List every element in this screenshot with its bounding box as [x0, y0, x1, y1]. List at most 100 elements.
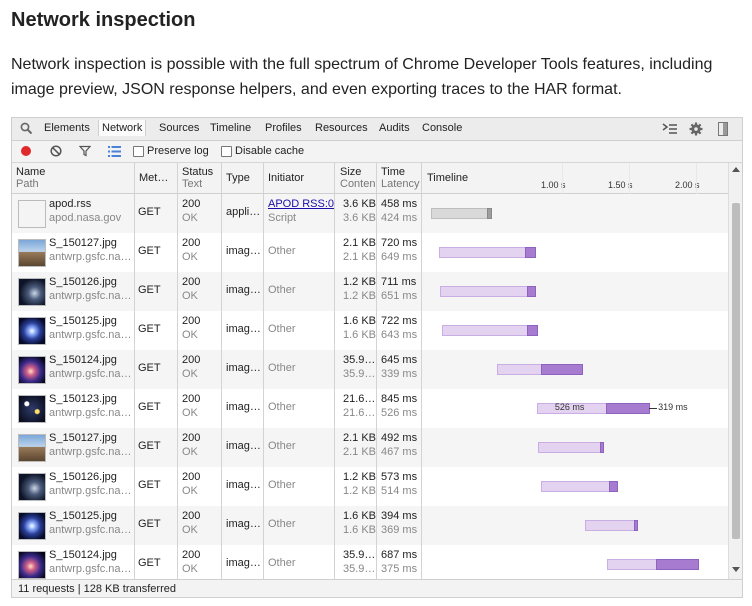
waiting-bar[interactable]: [496, 364, 543, 375]
column-header-time[interactable]: Time: [381, 166, 405, 178]
gear-icon[interactable]: [689, 122, 703, 139]
table-row[interactable]: S_150123.jpg antwrp.gsfc.na… GET 200 OK imag……: [12, 389, 728, 429]
column-header-timeline[interactable]: Timeline: [427, 172, 468, 184]
search-icon[interactable]: [20, 122, 33, 138]
tab-resources[interactable]: Resources: [315, 122, 368, 134]
request-method: GET: [138, 284, 161, 296]
transfer-size: 1.6 KB: [343, 510, 377, 522]
waiting-bar[interactable]: [540, 481, 610, 492]
waiting-bar[interactable]: [538, 442, 601, 453]
receiving-bar[interactable]: [526, 325, 539, 336]
column-header-status[interactable]: Status: [182, 166, 213, 178]
grid-scrollbar[interactable]: [728, 163, 742, 579]
table-row[interactable]: S_150126.jpg antwrp.gsfc.na… GET 200 OK imag……: [12, 272, 728, 312]
waiting-bar[interactable]: [439, 247, 526, 258]
scroll-thumb[interactable]: [732, 203, 740, 539]
column-header-type[interactable]: Type: [226, 172, 250, 184]
file-thumbnail: [18, 317, 46, 345]
request-path: antwrp.gsfc.na…: [49, 524, 131, 536]
content-size: 2.1 KB: [343, 251, 377, 263]
waiting-bar[interactable]: [606, 559, 657, 570]
waiting-bar[interactable]: [440, 286, 528, 297]
column-header-path[interactable]: Path: [16, 178, 39, 190]
disable-cache-label: Disable cache: [235, 145, 305, 157]
request-name[interactable]: S_150126.jpg: [49, 471, 117, 483]
request-name[interactable]: S_150124.jpg: [49, 354, 117, 366]
waiting-bar[interactable]: [585, 520, 635, 531]
request-name[interactable]: S_150125.jpg: [49, 510, 117, 522]
scroll-up-arrow[interactable]: [732, 167, 740, 172]
column-header-content[interactable]: Conten: [340, 178, 375, 190]
filter-icon[interactable]: [78, 145, 92, 160]
tab-sources[interactable]: Sources: [159, 122, 199, 134]
column-divider: [221, 163, 222, 579]
request-name[interactable]: S_150126.jpg: [49, 276, 117, 288]
column-header-status-text[interactable]: Text: [182, 178, 202, 190]
disable-cache-checkbox[interactable]: [221, 146, 232, 157]
column-header-method[interactable]: Met…: [139, 172, 168, 184]
column-divider: [263, 163, 264, 579]
tab-profiles[interactable]: Profiles: [265, 122, 302, 134]
table-row[interactable]: S_150124.jpg antwrp.gsfc.na… GET 200 OK imag……: [12, 545, 728, 579]
waiting-bar[interactable]: [431, 208, 488, 219]
mime-type: imag…: [226, 557, 261, 569]
table-row[interactable]: S_150125.jpg antwrp.gsfc.na… GET 200 OK imag……: [12, 311, 728, 351]
tab-network[interactable]: Network: [98, 120, 147, 136]
table-row[interactable]: S_150127.jpg antwrp.gsfc.na… GET 200 OK imag……: [12, 428, 728, 468]
request-name[interactable]: S_150127.jpg: [49, 237, 117, 249]
receiving-bar[interactable]: [541, 364, 584, 375]
initiator-link[interactable]: APOD RSS:0: [268, 198, 334, 210]
transfer-size: 3.6 KB: [343, 198, 377, 210]
table-row[interactable]: S_150127.jpg antwrp.gsfc.na… GET 200 OK imag……: [12, 233, 728, 273]
total-time: 722 ms: [381, 315, 418, 327]
table-row[interactable]: S_150126.jpg antwrp.gsfc.na… GET 200 OK imag……: [12, 467, 728, 507]
clear-icon[interactable]: [50, 145, 62, 160]
latency-time: 369 ms: [381, 524, 418, 536]
request-method: GET: [138, 362, 161, 374]
tab-elements[interactable]: Elements: [44, 122, 90, 134]
column-header-latency[interactable]: Latency: [381, 178, 420, 190]
file-thumbnail: [18, 200, 46, 228]
content-size: 2.1 KB: [343, 446, 377, 458]
status-code: 200: [182, 549, 201, 561]
column-divider: [334, 163, 335, 579]
column-header-size[interactable]: Size: [340, 166, 361, 178]
request-name[interactable]: S_150124.jpg: [49, 549, 117, 561]
preserve-log-checkbox[interactable]: [133, 146, 144, 157]
request-name[interactable]: S_150125.jpg: [49, 315, 117, 327]
request-name[interactable]: S_150127.jpg: [49, 432, 117, 444]
receiving-bar[interactable]: [606, 403, 651, 414]
receiving-bar[interactable]: [633, 520, 638, 531]
tab-console[interactable]: Console: [422, 122, 462, 134]
total-time: 492 ms: [381, 432, 418, 444]
console-drawer-icon[interactable]: [662, 123, 678, 138]
request-name[interactable]: S_150123.jpg: [49, 393, 117, 405]
tab-audits[interactable]: Audits: [379, 122, 410, 134]
receiving-bar[interactable]: [655, 559, 699, 570]
receiving-bar[interactable]: [599, 442, 605, 453]
request-method: GET: [138, 323, 161, 335]
receiving-bar[interactable]: [525, 247, 536, 258]
column-header-name[interactable]: Name: [16, 166, 45, 178]
request-name[interactable]: apod.rss: [49, 198, 91, 210]
mime-type: imag…: [226, 323, 261, 335]
column-header-initiator[interactable]: Initiator: [268, 172, 304, 184]
receiving-bar[interactable]: [526, 286, 536, 297]
large-rows-icon[interactable]: [108, 146, 121, 160]
status-text: OK: [182, 368, 198, 380]
dock-icon[interactable]: [718, 122, 728, 139]
table-row[interactable]: apod.rss apod.nasa.gov GET 200 OK appli… APOD …: [12, 194, 728, 234]
waiting-bar[interactable]: [441, 325, 528, 336]
transfer-size: 35.9…: [343, 354, 376, 366]
receiving-bar[interactable]: [486, 208, 493, 219]
tab-timeline[interactable]: Timeline: [210, 122, 251, 134]
total-time: 573 ms: [381, 471, 418, 483]
scroll-down-arrow[interactable]: [732, 567, 740, 572]
initiator: Other: [268, 479, 296, 491]
receiving-bar[interactable]: [608, 481, 618, 492]
total-time: 458 ms: [381, 198, 418, 210]
record-icon[interactable]: [20, 145, 32, 160]
status-code: 200: [182, 354, 201, 366]
table-row[interactable]: S_150125.jpg antwrp.gsfc.na… GET 200 OK imag……: [12, 506, 728, 546]
table-row[interactable]: S_150124.jpg antwrp.gsfc.na… GET 200 OK imag……: [12, 350, 728, 390]
